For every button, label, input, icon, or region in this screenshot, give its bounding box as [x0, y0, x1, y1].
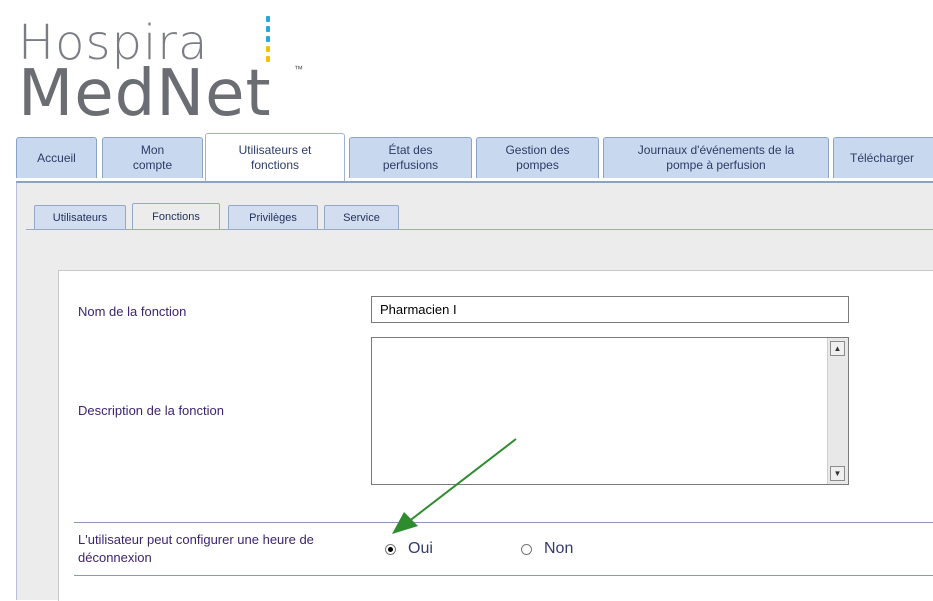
scroll-up-icon[interactable]: ▲ [830, 341, 845, 356]
logo-trademark: ™ [294, 64, 303, 74]
subtab-label: Service [343, 211, 380, 224]
subtab-utilisateurs[interactable]: Utilisateurs [34, 205, 126, 229]
role-name-input[interactable] [371, 296, 849, 323]
tab-accueil[interactable]: Accueil [16, 137, 97, 178]
tab-mon-compte[interactable]: Mon compte [102, 137, 203, 178]
hospira-mednet-logo: Hospira MedNet ™ [18, 16, 318, 126]
radio-non-label: Non [544, 540, 574, 557]
tab-label: Télécharger [850, 150, 915, 165]
tab-journaux-evenements[interactable]: Journaux d'événements de la pompe à perf… [603, 137, 829, 178]
subtab-privileges[interactable]: Privilèges [228, 205, 318, 229]
subtab-label: Privilèges [249, 211, 297, 224]
radio-non-button[interactable] [521, 543, 532, 555]
subtab-label: Utilisateurs [52, 211, 108, 224]
subtab-service[interactable]: Service [324, 205, 399, 229]
annotation-arrow-icon [392, 438, 517, 534]
radio-oui-button[interactable] [385, 543, 396, 555]
subtab-fonctions[interactable]: Fonctions [132, 203, 220, 229]
tab-etat-des-perfusions[interactable]: État des perfusions [349, 137, 472, 178]
tab-gestion-des-pompes[interactable]: Gestion des pompes [476, 137, 599, 178]
tab-label: État des perfusions [382, 143, 439, 172]
tab-label: Mon compte [132, 143, 173, 172]
tab-label: Gestion des pompes [505, 143, 570, 172]
tab-label: Journaux d'événements de la pompe à perf… [637, 143, 795, 172]
tab-telecharger[interactable]: Télécharger [833, 137, 933, 178]
tab-label: Accueil [37, 150, 76, 165]
role-description-label: Description de la fonction [78, 403, 224, 418]
description-scrollbar[interactable]: ▲ ▼ [827, 338, 848, 484]
role-name-label: Nom de la fonction [78, 304, 187, 319]
scroll-down-icon[interactable]: ▼ [830, 466, 845, 481]
sub-tab-divider [26, 229, 933, 230]
subtab-label: Fonctions [152, 210, 200, 223]
main-tab-bar: Accueil Mon compte Utilisateurs et fonct… [16, 133, 933, 181]
tab-label: Utilisateurs et fonctions [238, 142, 312, 172]
logo-text-mednet: MedNet [18, 57, 272, 131]
section-divider-bottom [74, 575, 933, 576]
logout-setting-label: L'utilisateur peut configurer une heure … [78, 532, 314, 565]
tab-utilisateurs-et-fonctions[interactable]: Utilisateurs et fonctions [205, 133, 345, 181]
